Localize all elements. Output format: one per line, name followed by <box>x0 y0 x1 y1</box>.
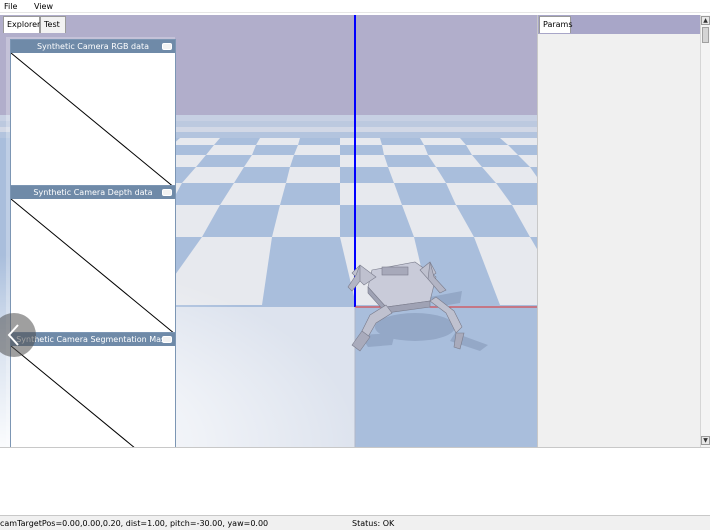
tab-test[interactable]: Test <box>40 16 66 33</box>
scroll-thumb[interactable] <box>702 27 709 43</box>
params-panel: ▲ ▼ <box>537 15 710 447</box>
depth-camera-title[interactable]: Synthetic Camera Depth data <box>11 186 175 199</box>
status-text: Status: OK <box>352 519 395 528</box>
minimize-icon[interactable] <box>162 189 172 196</box>
params-scrollbar[interactable]: ▲ ▼ <box>700 15 710 447</box>
menu-view[interactable]: View <box>34 1 53 12</box>
rgb-camera-window[interactable]: Synthetic Camera RGB data <box>10 39 176 189</box>
segmentation-camera-title-text: Synthetic Camera Segmentation Mask <box>16 335 170 344</box>
tab-params[interactable]: Params <box>539 16 573 33</box>
explorer-panel: Synthetic Camera RGB data Synthetic Came… <box>6 37 176 485</box>
menu-bar: File View <box>0 0 710 13</box>
scroll-up-arrow-icon[interactable]: ▲ <box>701 16 710 25</box>
scroll-down-arrow-icon[interactable]: ▼ <box>701 436 710 445</box>
status-bar: camTargetPos=0.00,0.00,0.20, dist=1.00, … <box>0 515 710 530</box>
menu-file[interactable]: File <box>4 1 17 12</box>
rgb-camera-title-text: Synthetic Camera RGB data <box>36 42 150 51</box>
depth-camera-view <box>10 198 176 335</box>
rgb-camera-title[interactable]: Synthetic Camera RGB data <box>11 40 175 53</box>
depth-camera-title-text: Synthetic Camera Depth data <box>33 188 153 197</box>
minimize-icon[interactable] <box>162 336 172 343</box>
tab-explorer[interactable]: Explorer <box>3 16 40 33</box>
rgb-camera-view <box>10 52 176 189</box>
depth-placeholder-graphic <box>10 198 176 335</box>
app-window: File View Explorer Test Synthetic Camera… <box>0 0 710 530</box>
camera-info-text: camTargetPos=0.00,0.00,0.20, dist=1.00, … <box>0 519 269 528</box>
console-area <box>0 447 710 515</box>
depth-camera-window[interactable]: Synthetic Camera Depth data <box>10 185 176 335</box>
rgb-placeholder-graphic <box>10 52 176 189</box>
minimize-icon[interactable] <box>162 43 172 50</box>
chevron-left-icon <box>7 324 19 346</box>
